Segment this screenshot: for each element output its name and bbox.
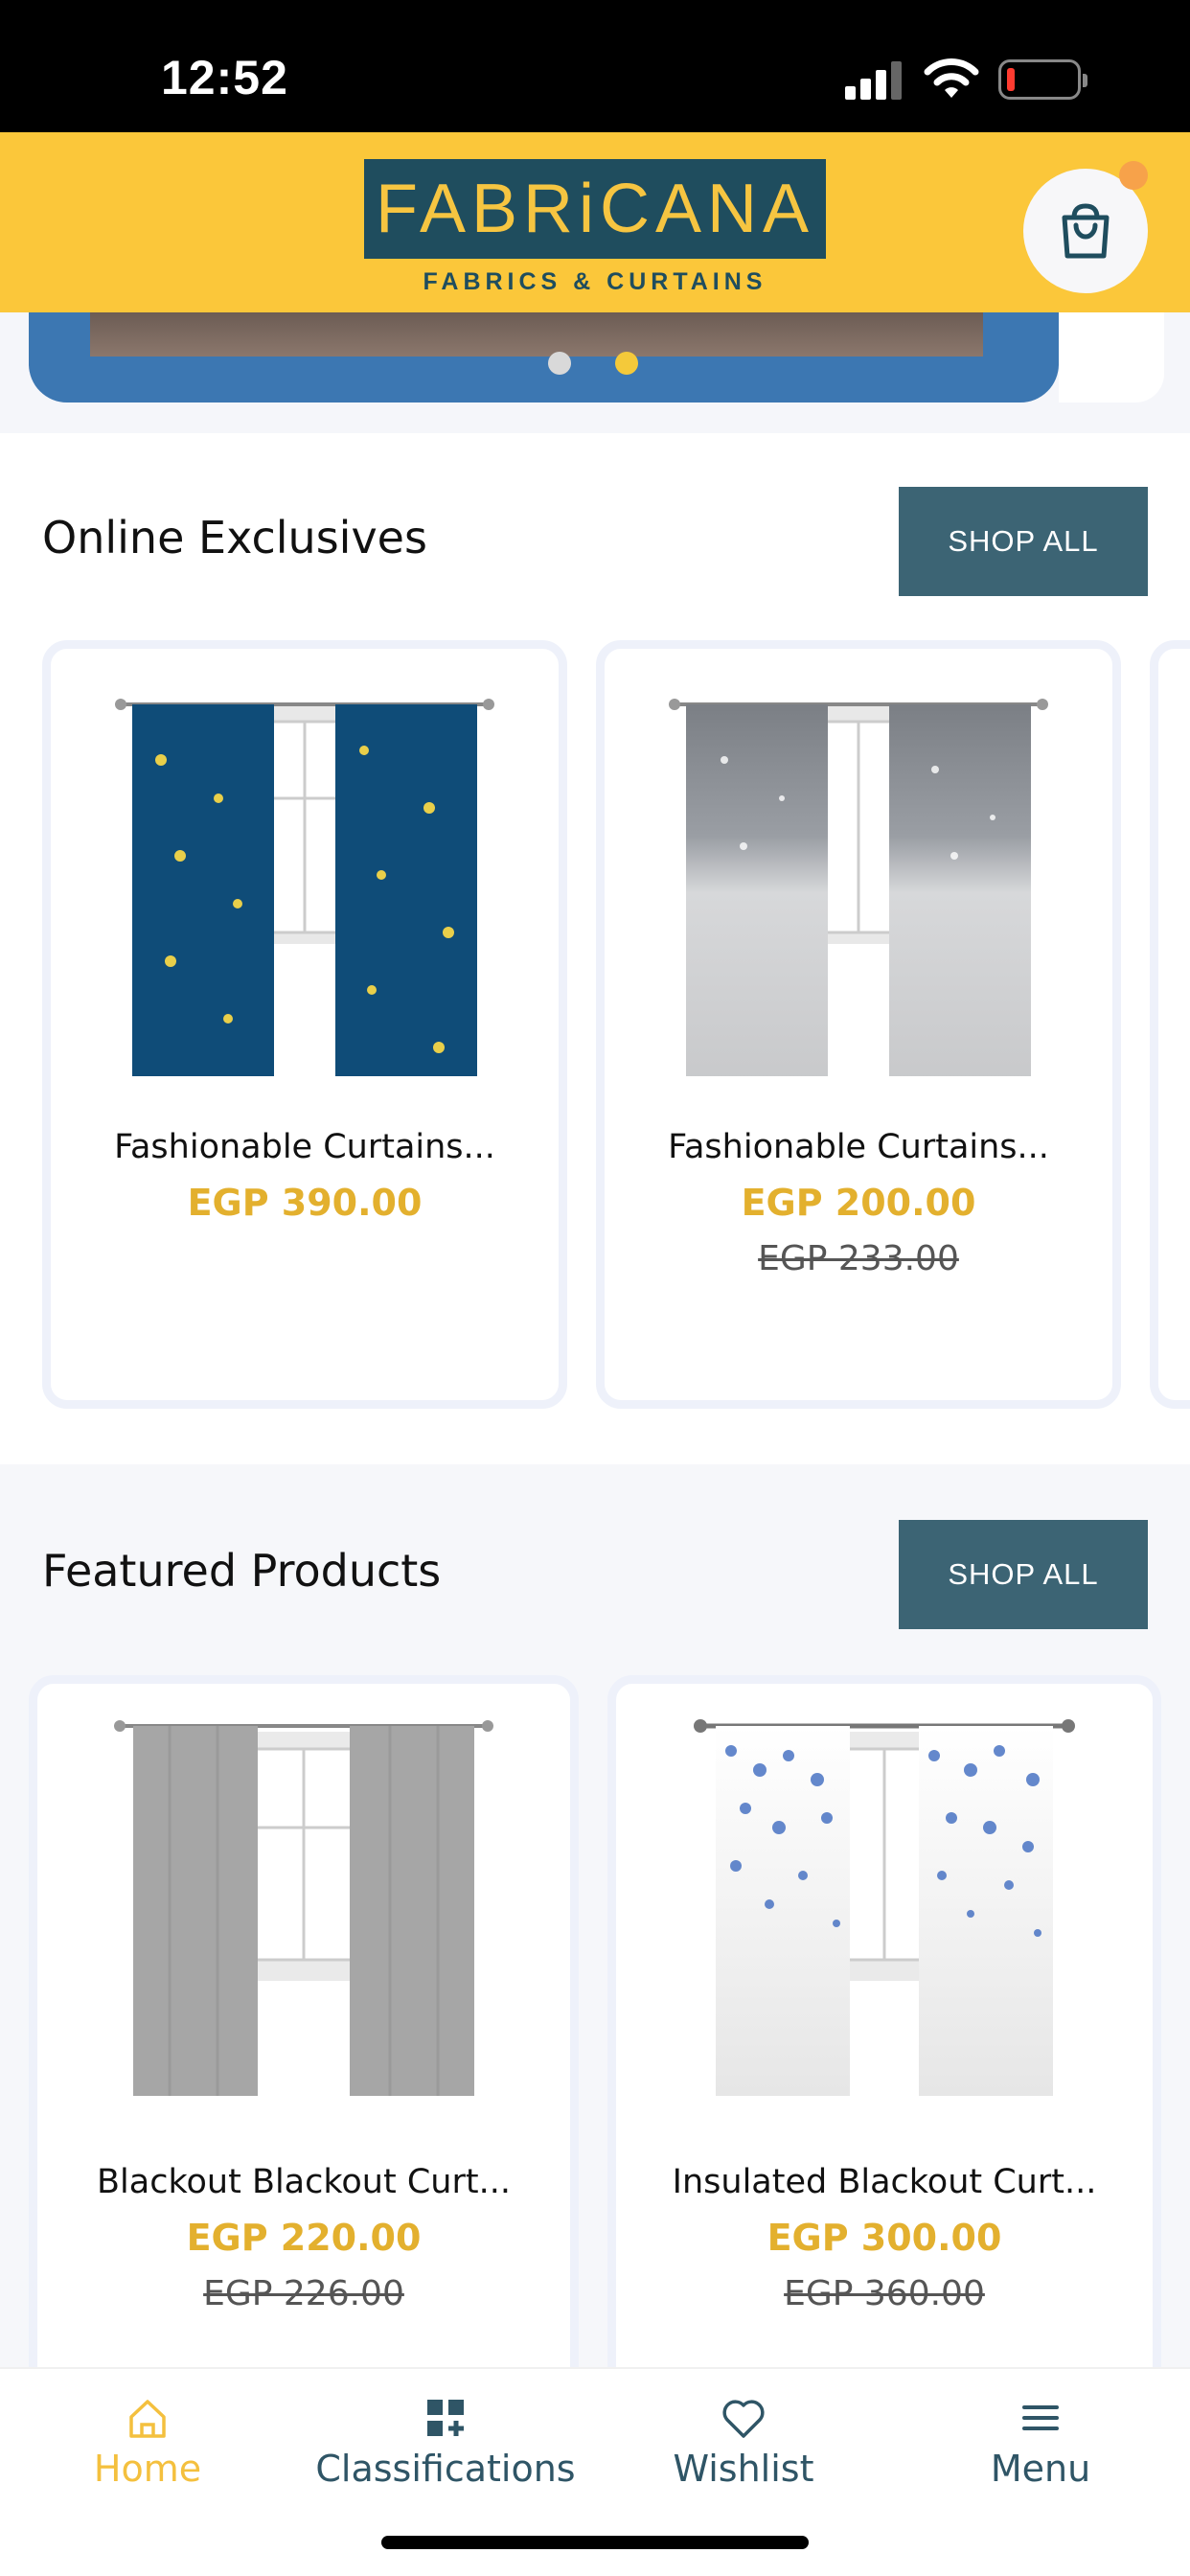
product-card[interactable]: Insulated Blackout Curt... EGP 300.00 EG… [607, 1675, 1161, 2423]
banner-image [90, 312, 983, 356]
carousel-dot[interactable] [548, 352, 571, 375]
shopping-bag-icon [1062, 203, 1110, 259]
carousel-dot-active[interactable] [615, 352, 638, 375]
nav-classifications[interactable]: Classifications [302, 2394, 589, 2490]
status-bar: 12:52 [0, 0, 1190, 132]
brand-logo[interactable]: FABRiCANA [364, 159, 826, 259]
wifi-icon [924, 58, 979, 98]
shop-all-button[interactable]: SHOP ALL [899, 487, 1148, 596]
section-title: Online Exclusives [42, 512, 427, 564]
banner-slide[interactable] [29, 312, 1059, 402]
nav-menu[interactable]: Menu [897, 2394, 1184, 2490]
product-image [115, 699, 494, 1076]
section-title: Featured Products [42, 1545, 442, 1597]
nav-home-label: Home [93, 2448, 202, 2490]
product-name: Fashionable Curtains... [668, 1128, 1049, 1166]
shop-all-button[interactable]: SHOP ALL [899, 1520, 1148, 1629]
product-price: EGP 300.00 [767, 2217, 1002, 2259]
nav-classifications-label: Classifications [315, 2448, 576, 2490]
heart-icon [722, 2400, 765, 2438]
logo-subtitle: FABRICS & CURTAINS [423, 268, 767, 295]
home-icon [129, 2400, 166, 2438]
nav-wishlist[interactable]: Wishlist [600, 2394, 887, 2490]
product-old-price: EGP 360.00 [784, 2274, 985, 2313]
banner-carousel[interactable] [0, 312, 1190, 433]
product-old-price: EGP 226.00 [203, 2274, 404, 2313]
product-price: EGP 390.00 [187, 1182, 423, 1224]
nav-wishlist-label: Wishlist [673, 2448, 814, 2490]
app-header: FABRiCANA FABRICS & CURTAINS [0, 132, 1190, 312]
product-card[interactable]: Fashionable Curtains... EGP 200.00 EGP 2… [596, 640, 1121, 1409]
product-card[interactable]: Blackout Blackout Curt... EGP 220.00 EGP… [29, 1675, 579, 2423]
product-name: Fashionable Curtains... [114, 1128, 495, 1166]
battery-icon [998, 59, 1087, 100]
product-image [694, 1719, 1075, 2096]
banner-next-slide [1059, 312, 1164, 402]
product-card-partial[interactable] [1150, 640, 1190, 1409]
nav-home[interactable]: Home [4, 2394, 291, 2490]
product-image [114, 1720, 493, 2096]
home-indicator[interactable] [381, 2536, 809, 2549]
product-name: Insulated Blackout Curt... [672, 2163, 1097, 2201]
product-price: EGP 200.00 [741, 1182, 976, 1224]
signal-icon [845, 59, 903, 100]
product-card[interactable]: Fashionable Curtains... EGP 390.00 [42, 640, 567, 1409]
cart-badge [1119, 161, 1148, 190]
hamburger-menu-icon [1022, 2405, 1059, 2430]
grid-plus-icon [427, 2400, 464, 2436]
product-old-price: EGP 233.00 [758, 1239, 959, 1278]
nav-menu-label: Menu [990, 2448, 1091, 2490]
product-price: EGP 220.00 [186, 2217, 422, 2259]
logo-text: FABRiCANA [375, 171, 815, 247]
status-time: 12:52 [161, 51, 288, 104]
product-image [669, 699, 1048, 1076]
product-name: Blackout Blackout Curt... [97, 2163, 511, 2201]
